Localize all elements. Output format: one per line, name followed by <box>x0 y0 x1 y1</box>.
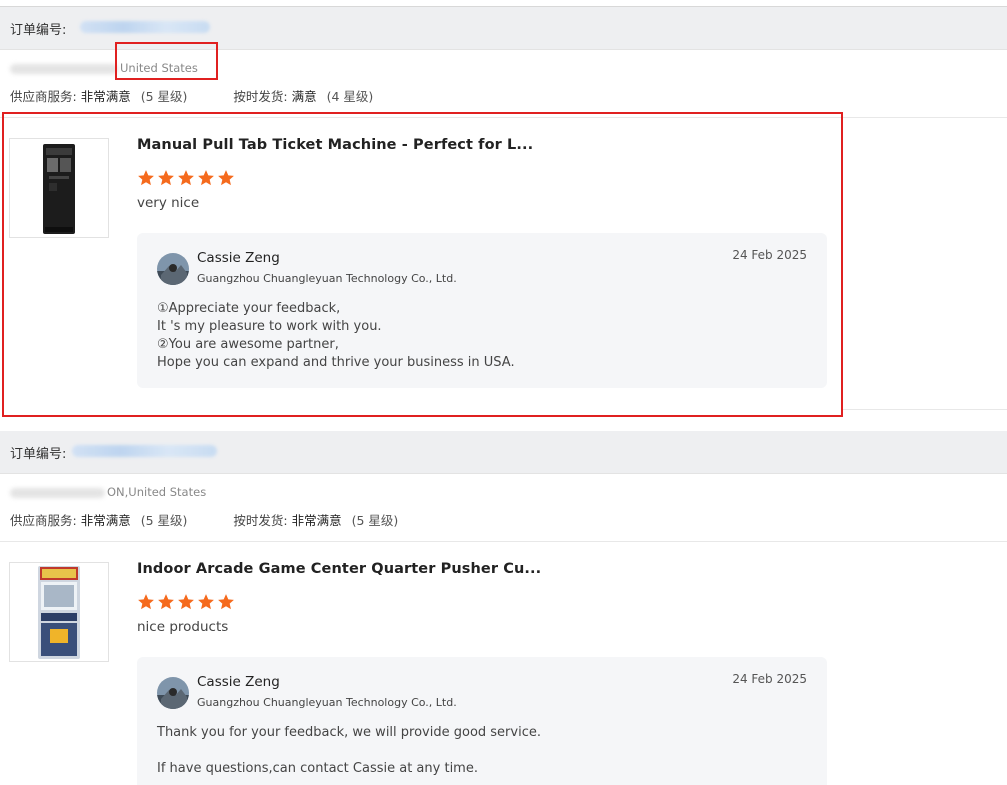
supplier-service-level: (5 星级) <box>140 89 188 104</box>
supplier-service-level: (5 星级) <box>140 513 188 528</box>
order-number-label: 订单编号: <box>10 447 67 462</box>
location-highlight-box <box>115 42 218 80</box>
on-time-shipping-label: 按时发货: <box>233 513 288 528</box>
on-time-shipping-value: 满意 <box>291 89 317 104</box>
seller-reply: Cassie Zeng Guangzhou Chuangleyuan Techn… <box>137 657 827 785</box>
on-time-shipping-label: 按时发货: <box>233 89 288 104</box>
on-time-shipping-value: 非常满意 <box>291 513 342 528</box>
divider <box>842 409 1007 410</box>
reply-line: If have questions,can contact Cassie at … <box>157 761 478 776</box>
buyer-country: ON,United States <box>107 485 207 499</box>
star-icon <box>198 594 214 610</box>
review-highlight-box <box>2 112 843 417</box>
product-thumbnail[interactable] <box>9 562 109 662</box>
product-title[interactable]: Indoor Arcade Game Center Quarter Pusher… <box>137 561 541 577</box>
divider <box>0 541 1007 542</box>
supplier-service-value: 非常满意 <box>80 513 131 528</box>
reply-message: Thank you for your feedback, we will pro… <box>157 724 541 778</box>
star-icon <box>178 594 194 610</box>
star-icon <box>218 594 234 610</box>
replier-company: Guangzhou Chuangleyuan Technology Co., L… <box>197 696 457 709</box>
supplier-service-value: 非常满意 <box>80 89 131 104</box>
supplier-service-label: 供应商服务: <box>10 89 77 104</box>
star-icon <box>138 594 154 610</box>
pusher-machine-image <box>10 563 108 661</box>
buyer-name-redacted <box>10 487 105 498</box>
star-rating <box>137 593 235 611</box>
on-time-shipping-level: (5 星级) <box>351 513 399 528</box>
replier-name: Cassie Zeng <box>197 674 280 690</box>
star-icon <box>158 594 174 610</box>
reply-date: 24 Feb 2025 <box>732 672 807 686</box>
review-text: nice products <box>137 619 229 635</box>
reply-line: Thank you for your feedback, we will pro… <box>157 725 541 740</box>
order-ratings: 供应商服务: 非常满意 (5 星级) 按时发货: 满意 (4 星级) <box>10 86 373 105</box>
order-number-redacted <box>80 21 210 33</box>
avatar <box>157 677 189 709</box>
order-header: 订单编号: <box>0 431 1007 474</box>
page-top-edge <box>0 0 1007 7</box>
order-ratings: 供应商服务: 非常满意 (5 星级) 按时发货: 非常满意 (5 星级) <box>10 510 398 529</box>
order-number-label: 订单编号: <box>10 23 67 38</box>
buyer-name-redacted <box>10 63 118 74</box>
on-time-shipping-level: (4 星级) <box>326 89 374 104</box>
supplier-service-label: 供应商服务: <box>10 513 77 528</box>
order-number-redacted <box>72 445 217 457</box>
reply-line <box>157 742 541 760</box>
buyer-location: ON,United States <box>10 485 206 499</box>
